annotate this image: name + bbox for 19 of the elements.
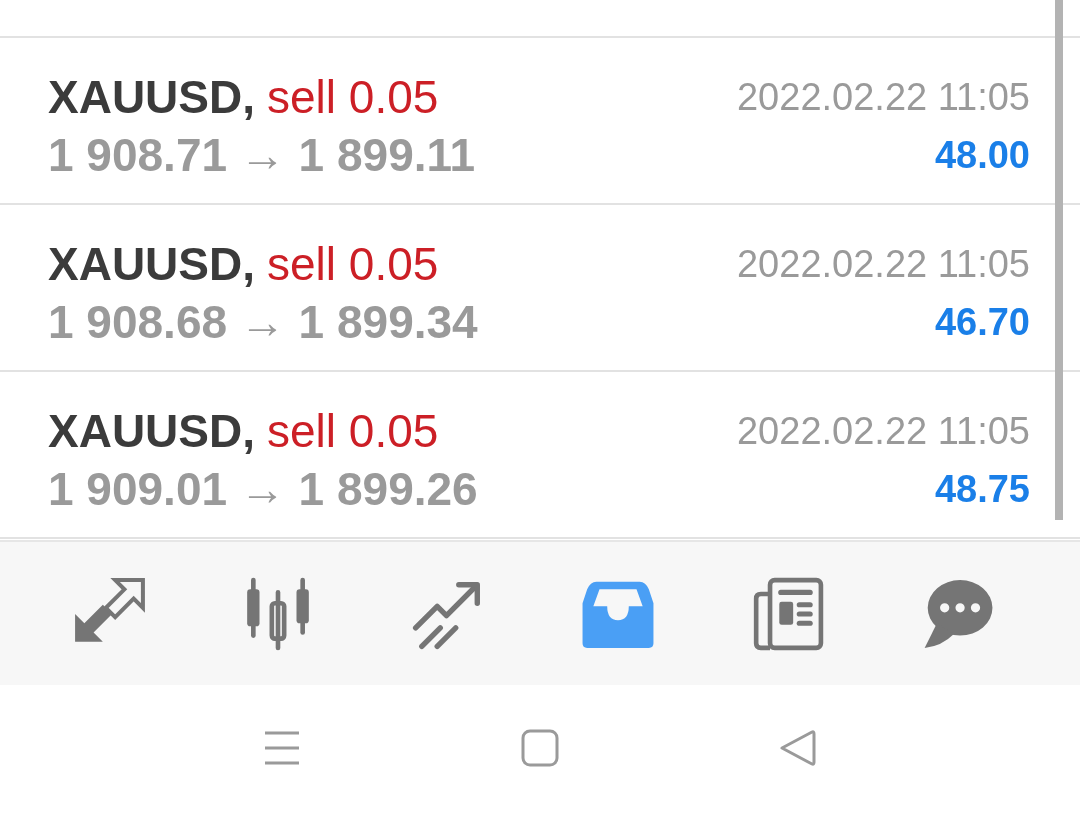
order-text: sell 0.05 xyxy=(267,404,439,458)
symbol-text: XAUUSD, xyxy=(48,70,256,124)
square-icon[interactable] xyxy=(521,729,559,767)
time-text: 2022.02.22 11:05 xyxy=(737,409,1030,453)
price-text: 1 909.01 → 1 899.26 xyxy=(48,462,479,516)
menu-icon[interactable] xyxy=(263,729,301,767)
order-text: sell 0.05 xyxy=(267,237,439,291)
time-text: 2022.02.22 11:05 xyxy=(737,75,1030,119)
symbol-text: XAUUSD, xyxy=(48,237,256,291)
price-text: 1 908.71 → 1 899.11 xyxy=(48,128,477,182)
profit-text: 48.00 xyxy=(934,133,1030,177)
scrollbar[interactable] xyxy=(1055,0,1063,520)
time-text: 2022.02.22 11:05 xyxy=(737,242,1030,286)
symbol-text: XAUUSD, xyxy=(48,404,256,458)
price-text: 1 908.68 → 1 899.34 xyxy=(48,295,479,349)
back-icon[interactable] xyxy=(779,729,817,767)
profit-text: 48.75 xyxy=(934,467,1030,511)
order-text: sell 0.05 xyxy=(267,70,439,124)
profit-text: 46.70 xyxy=(934,300,1030,344)
